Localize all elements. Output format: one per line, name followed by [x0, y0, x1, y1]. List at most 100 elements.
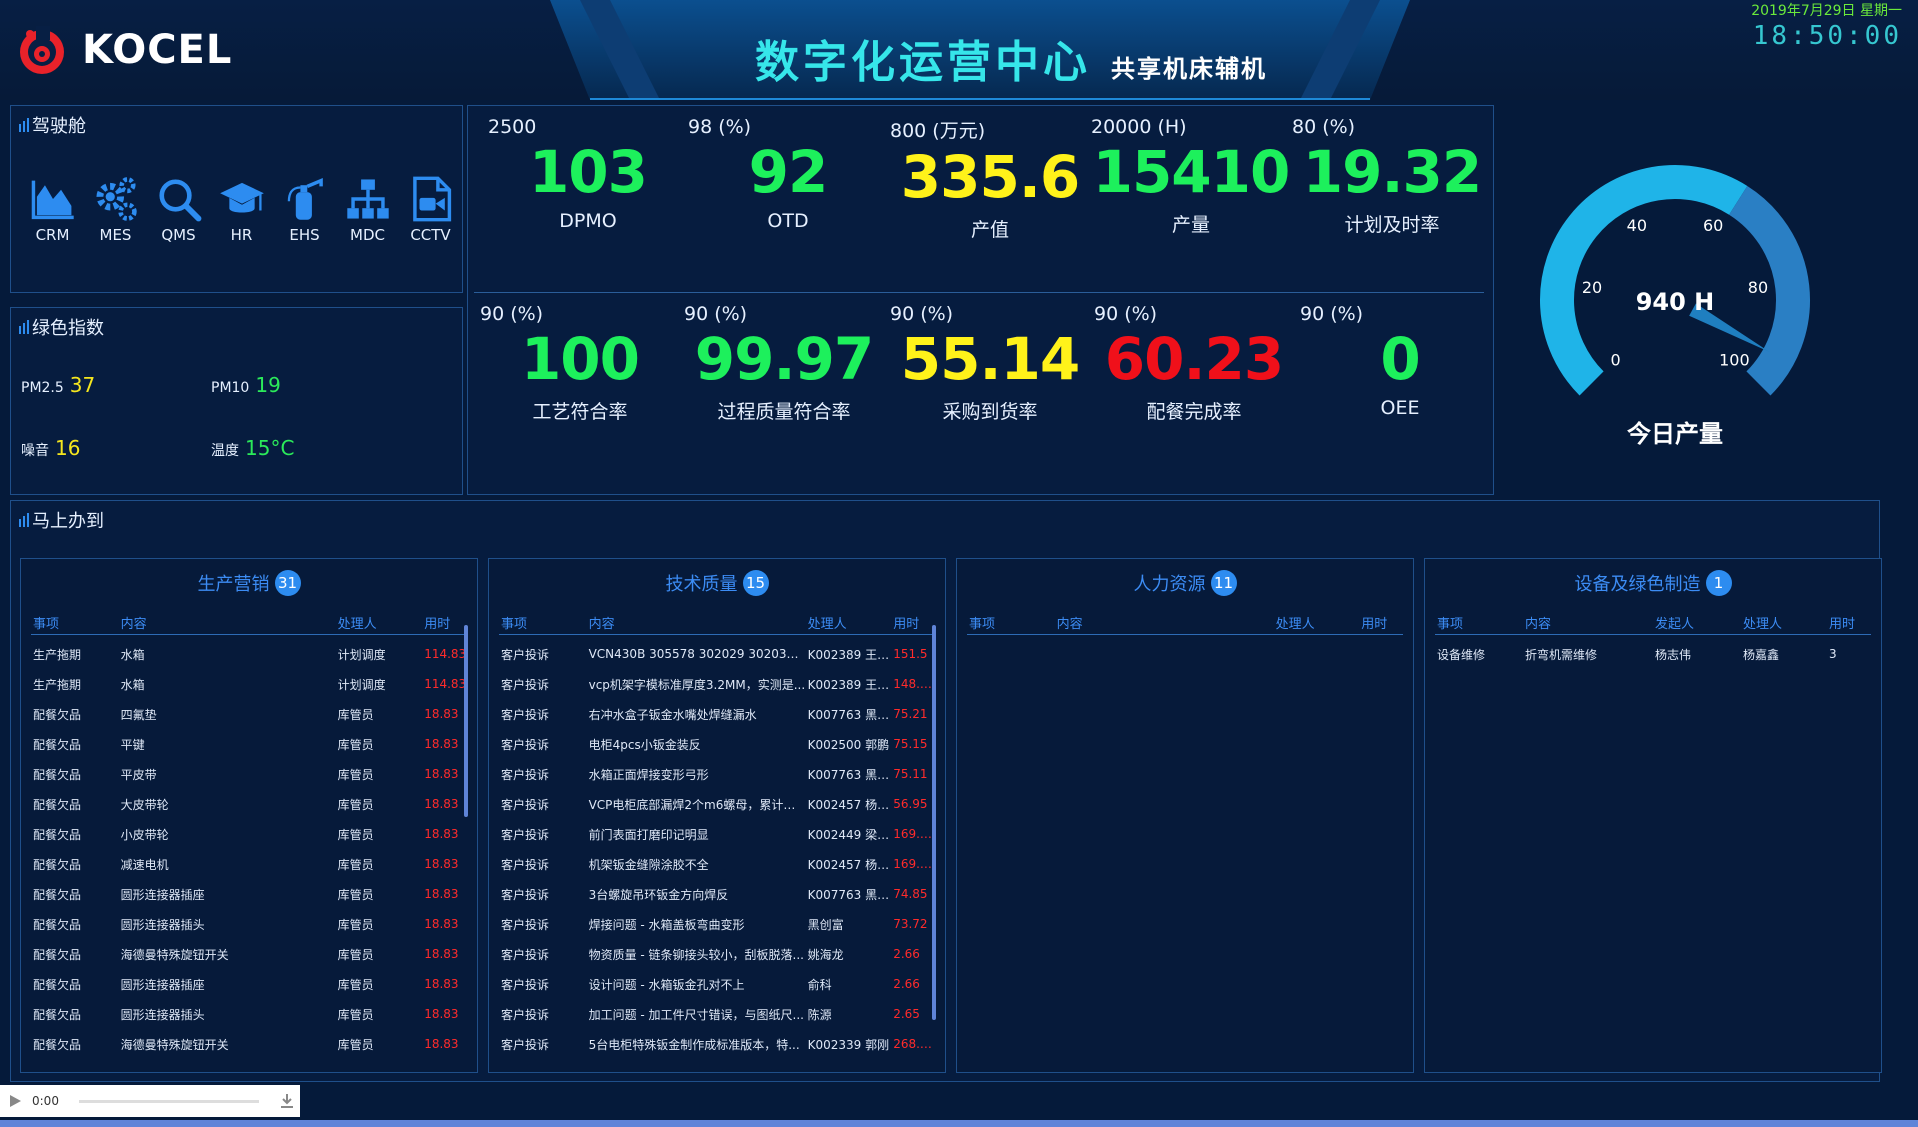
count-badge: 31: [274, 570, 301, 596]
kpi-name: 过程质量符合率: [717, 401, 851, 423]
table-row[interactable]: 客户投诉 3台螺旋吊环钣金方向焊反 K007763 黑创...74.85: [499, 879, 935, 909]
table-row[interactable]: 配餐欠品 平皮带 库管员 18.83: [31, 759, 467, 789]
table-row[interactable]: 生产拖期 水箱 计划调度 114.83: [31, 669, 467, 699]
col-initiator: 发起人: [1655, 617, 1695, 632]
col-item: 事项: [969, 617, 996, 632]
kpi-name: OTD: [767, 210, 809, 232]
download-icon[interactable]: [279, 1093, 295, 1109]
table-row[interactable]: 客户投诉 焊接问题 - 水箱盖板弯曲变形 黑创富 73.72: [499, 909, 935, 939]
graduation-cap-icon: [219, 182, 264, 213]
table-row[interactable]: 客户投诉 加工问题 - 加工件尺寸错误，与图纸尺... 陈源 2.65: [499, 999, 935, 1029]
gauge-tick-label: 60: [1703, 216, 1723, 235]
hr-app[interactable]: HR: [210, 176, 273, 244]
table-row[interactable]: 生产拖期 水箱 计划调度 114.83: [31, 639, 467, 669]
col-time: 用时: [1829, 617, 1856, 632]
table-cell: 库管员: [337, 1037, 374, 1052]
table-cell: 配餐欠品: [33, 887, 82, 902]
kpi-output-value[interactable]: 800 (万元) 335.6 产值: [890, 116, 1090, 242]
scrollbar[interactable]: [932, 625, 936, 1020]
table-cell: 大皮带轮: [120, 797, 169, 812]
ehs-app[interactable]: EHS: [273, 176, 336, 244]
table-body[interactable]: 客户投诉 VCN430B 305578 302029 302030 3... K00…: [489, 639, 945, 1059]
table-row[interactable]: 客户投诉 5台电柜特殊钣金制作成标准版本，特... K002339 郭刚 268.24: [499, 1029, 935, 1059]
table-cell: 库管员: [337, 977, 374, 992]
footer-bar: [0, 1120, 1918, 1127]
pm10-value: 19: [255, 373, 281, 397]
cockpit-panel: 驾驶舱 CRM MES QMS HR EHS MDC CCTV: [10, 105, 463, 293]
kpi-value: 15410: [1092, 138, 1291, 206]
mes-label: MES: [99, 226, 132, 244]
table-row[interactable]: 配餐欠品 大皮带轮 库管员 18.83: [31, 789, 467, 819]
gauge-title: 今日产量: [1627, 420, 1723, 448]
table-row[interactable]: 配餐欠品 减速电机 库管员 18.83: [31, 849, 467, 879]
count-badge: 11: [1210, 570, 1237, 596]
col-item: 事项: [33, 617, 60, 632]
kpi-purchase-arrival[interactable]: 90 (%) 55.14 采购到货率: [890, 303, 1090, 424]
table-cell: 客户投诉: [501, 797, 550, 812]
kpi-name: 产量: [1171, 214, 1210, 236]
mes-app[interactable]: MES: [84, 176, 147, 244]
kpi-kitting-completion[interactable]: 90 (%) 60.23 配餐完成率: [1094, 303, 1294, 424]
cell-time: 114.83: [424, 677, 467, 691]
output-gauge: 0 20 40 60 80 100 940 H: [1540, 165, 1810, 396]
table-row[interactable]: 客户投诉 水箱正面焊接变形弓形 K007763 黑创...75.11: [499, 759, 935, 789]
table-row[interactable]: 配餐欠品 圆形连接器插座 库管员 18.83: [31, 879, 467, 909]
table-row[interactable]: 配餐欠品 四氟垫 库管员 18.83: [31, 699, 467, 729]
table-cell: 配餐欠品: [33, 1037, 82, 1052]
table-cell: 库管员: [337, 917, 374, 932]
table-row[interactable]: 配餐欠品 平键 库管员 18.83: [31, 729, 467, 759]
scrollbar[interactable]: [464, 625, 468, 817]
table-row[interactable]: 客户投诉 设计问题 - 水箱钣金孔对不上 俞科 2.66: [499, 969, 935, 999]
media-progress-track[interactable]: [78, 1099, 259, 1103]
table-row[interactable]: 配餐欠品 圆形连接器插头 库管员 18.83: [31, 909, 467, 939]
table-row[interactable]: 配餐欠品 圆形连接器插座 库管员 18.83: [31, 969, 467, 999]
table-row[interactable]: 客户投诉 vcp机架字模标准厚度3.2MM，实测是...K002389 王宏...…: [499, 669, 935, 699]
kpi-process-conformance[interactable]: 90 (%) 100 工艺符合率: [480, 303, 680, 424]
cctv-label: CCTV: [410, 226, 451, 244]
play-icon[interactable]: [8, 1094, 22, 1108]
table-cell: 水箱: [120, 647, 145, 662]
table-cell: 客户投诉: [501, 677, 550, 692]
mdc-app[interactable]: MDC: [336, 176, 399, 244]
table-cell: 杨嘉鑫: [1743, 647, 1780, 662]
col-item: 事项: [1437, 617, 1464, 632]
table-row[interactable]: 客户投诉 前门表面打磨印记明显 K002449 梁存...169.82: [499, 819, 935, 849]
qms-app[interactable]: QMS: [147, 176, 210, 244]
table-body[interactable]: 设备维修 折弯机需维修 杨志伟 杨嘉鑫 3: [1425, 639, 1881, 669]
logo-text: KOCEL: [82, 27, 233, 73]
table-cell: 生产拖期: [33, 677, 82, 692]
table-row[interactable]: 客户投诉 VCN430B 305578 302029 302030 3... K00…: [499, 639, 935, 669]
table-row[interactable]: 配餐欠品 小皮带轮 库管员 18.83: [31, 819, 467, 849]
table-row[interactable]: 配餐欠品 圆形连接器插头 库管员 18.83: [31, 999, 467, 1029]
title-main: 数字化运营中心: [755, 37, 1091, 88]
table-row[interactable]: 配餐欠品 海德曼特殊旋钮开关 库管员 18.83: [31, 1029, 467, 1059]
table-row[interactable]: 客户投诉 物资质量 - 链条铆接头较小，刮板脱落... 姚海龙 2.66: [499, 939, 935, 969]
table-cell: 平键: [120, 737, 145, 752]
table-row[interactable]: 客户投诉 右冲水盒子钣金水嘴处焊缝漏水 K007763 黑创...75.21: [499, 699, 935, 729]
kpi-output[interactable]: 20000 (H) 15410 产量: [1091, 116, 1291, 237]
table-cell: 配餐欠品: [33, 767, 82, 782]
kpi-otd[interactable]: 98 (%) 92 OTD: [688, 116, 888, 232]
table-cell: 圆形连接器插头: [120, 1007, 205, 1022]
crm-app[interactable]: CRM: [21, 176, 84, 244]
table-cell: 生产拖期: [33, 647, 82, 662]
table-row[interactable]: 客户投诉 电柜4pcs小钣金装反 K002500 郭鹏 75.15: [499, 729, 935, 759]
table-row[interactable]: 设备维修 折弯机需维修 杨志伟 杨嘉鑫 3: [1435, 639, 1871, 669]
table-row[interactable]: 配餐欠品 海德曼特殊旋钮开关 库管员 18.83: [31, 939, 467, 969]
kpi-target: 20000 (H): [1091, 116, 1187, 138]
table-body[interactable]: 生产拖期 水箱 计划调度 114.83 生产拖期 水箱 计划调度 114.83 配餐欠品 四氟垫库…: [21, 639, 477, 1059]
kpi-oee[interactable]: 90 (%) 0 OEE: [1300, 303, 1500, 419]
cell-time: 18.83: [424, 917, 459, 931]
kpi-plan-rate[interactable]: 80 (%) 19.32 计划及时率: [1292, 116, 1492, 237]
table-cell: 5台电柜特殊钣金制作成标准版本，特...: [588, 1037, 800, 1052]
col-content: 内容: [1056, 617, 1083, 632]
table-row[interactable]: 客户投诉 机架钣金缝隙涂胶不全 K002457 杨海...169.82: [499, 849, 935, 879]
kpi-quality-conformance[interactable]: 90 (%) 99.97 过程质量符合率: [684, 303, 884, 424]
cctv-app[interactable]: CCTV: [399, 176, 462, 244]
section-header: 设备及绿色制造 1: [1425, 559, 1881, 599]
kpi-dpmo[interactable]: 2500 103 DPMO: [488, 116, 688, 232]
table-row[interactable]: 客户投诉 VCP电柜底部漏焊2个m6螺母，累计重...K002457 杨海...5…: [499, 789, 935, 819]
green-index-panel: 绿色指数 PM2.5 37 PM10 19 噪音 16 温度 15°C: [10, 307, 463, 495]
kpi-value: 55.14: [900, 325, 1080, 393]
kpi-value: 99.97: [694, 325, 874, 393]
